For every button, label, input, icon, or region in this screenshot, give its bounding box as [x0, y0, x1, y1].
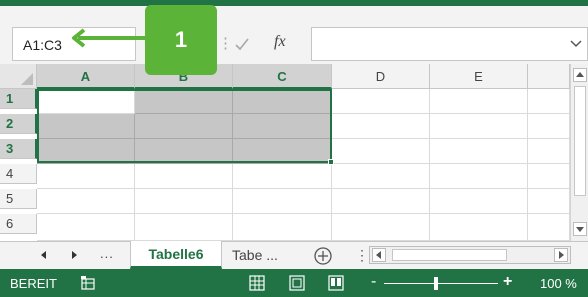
horizontal-scroll-thumb[interactable]: [392, 249, 507, 261]
zoom-slider-thumb[interactable]: [434, 277, 439, 290]
cell-c2[interactable]: [233, 114, 332, 139]
cell-c3[interactable]: [233, 139, 332, 164]
column-header-c[interactable]: C: [233, 64, 332, 89]
tab-splitter[interactable]: ⋮: [355, 247, 369, 264]
plus-circle-icon[interactable]: [313, 246, 333, 266]
cell-f4[interactable]: [528, 164, 570, 189]
cell-d1[interactable]: [332, 89, 430, 114]
scroll-up-button[interactable]: [573, 68, 587, 82]
prev-sheet-icon[interactable]: [36, 248, 50, 262]
cell-f3[interactable]: [528, 139, 570, 164]
cell-a2[interactable]: [37, 114, 135, 139]
sheet-tab-bar: ... Tabelle6 Tabe ... ⋮: [0, 241, 588, 269]
cell-f1[interactable]: [528, 89, 570, 114]
check-icon[interactable]: [233, 35, 251, 53]
triangle-down-icon: [576, 227, 584, 232]
column-header-a[interactable]: A: [37, 64, 135, 89]
tab-tabelle6[interactable]: Tabelle6: [130, 241, 222, 269]
page-layout-icon[interactable]: [289, 275, 305, 291]
cell-d4[interactable]: [332, 164, 430, 189]
triangle-right-icon: [559, 251, 564, 259]
row-header-3[interactable]: 3: [0, 139, 37, 159]
row-header-6[interactable]: 6: [0, 214, 37, 234]
cell-e6[interactable]: [430, 214, 528, 241]
formula-bar-grip: ⋮: [218, 35, 233, 52]
cell-c6[interactable]: [233, 214, 332, 241]
cell-d2[interactable]: [332, 114, 430, 139]
formula-input[interactable]: [311, 27, 588, 61]
cell-f2[interactable]: [528, 114, 570, 139]
cell-d6[interactable]: [332, 214, 430, 241]
cell-b3[interactable]: [135, 139, 233, 164]
grid-view-icon[interactable]: [249, 275, 265, 291]
triangle-up-icon: [576, 72, 584, 77]
cell-b6[interactable]: [135, 214, 233, 241]
arrow-left-icon: [72, 28, 150, 48]
cell-e1[interactable]: [430, 89, 528, 114]
cell-f6[interactable]: [528, 214, 570, 241]
column-header-d[interactable]: D: [332, 64, 430, 89]
cell-e5[interactable]: [430, 189, 528, 214]
chevron-down-icon[interactable]: [569, 38, 583, 50]
row-header-4[interactable]: 4: [0, 164, 37, 184]
cell-b4[interactable]: [135, 164, 233, 189]
zoom-in-button[interactable]: +: [503, 273, 512, 291]
fx-icon[interactable]: fx: [274, 33, 298, 53]
vertical-scrollbar[interactable]: [570, 64, 588, 241]
tab-tabelle-truncated[interactable]: Tabe ...: [232, 247, 278, 263]
row-header-5[interactable]: 5: [0, 189, 37, 209]
triangle-left-icon: [376, 251, 381, 259]
vertical-scroll-thumb[interactable]: [574, 86, 586, 196]
cell-e3[interactable]: [430, 139, 528, 164]
status-text: BEREIT: [10, 276, 57, 291]
cell-b5[interactable]: [135, 189, 233, 214]
excel-window: A1:C3 ⋮ fx A B C D E 1 2 3 4 5 6 1 ... T…: [0, 0, 588, 297]
zoom-out-button[interactable]: -: [371, 273, 376, 291]
cell-e4[interactable]: [430, 164, 528, 189]
scroll-down-button[interactable]: [573, 222, 587, 236]
cell-b1[interactable]: [135, 89, 233, 114]
macro-recorder-icon[interactable]: [80, 275, 96, 291]
column-header-e[interactable]: E: [430, 64, 528, 89]
cell-a5[interactable]: [37, 189, 135, 214]
select-all-corner[interactable]: [0, 64, 37, 89]
spreadsheet-grid: A B C D E 1 2 3 4 5 6: [0, 64, 588, 241]
row-header-2[interactable]: 2: [0, 114, 37, 134]
page-break-icon[interactable]: [328, 275, 344, 291]
cell-a3[interactable]: [37, 139, 135, 164]
zoom-level[interactable]: 100 %: [540, 276, 577, 291]
cell-f5[interactable]: [528, 189, 570, 214]
column-header-f[interactable]: [528, 64, 570, 89]
cell-c5[interactable]: [233, 189, 332, 214]
cell-e2[interactable]: [430, 114, 528, 139]
status-bar: BEREIT - + 100 %: [0, 269, 588, 297]
select-all-triangle: [21, 73, 33, 85]
cell-b2[interactable]: [135, 114, 233, 139]
cell-c4[interactable]: [233, 164, 332, 189]
next-sheet-icon[interactable]: [68, 248, 82, 262]
sheet-overflow[interactable]: ...: [100, 246, 114, 261]
cell-a6[interactable]: [37, 214, 135, 241]
cell-d5[interactable]: [332, 189, 430, 214]
scroll-right-button[interactable]: [554, 248, 568, 262]
cell-a4[interactable]: [37, 164, 135, 189]
name-box-value: A1:C3: [23, 37, 62, 53]
fill-handle[interactable]: [328, 159, 334, 165]
horizontal-scrollbar[interactable]: [369, 246, 571, 264]
scroll-left-button[interactable]: [372, 248, 386, 262]
cell-a1[interactable]: [37, 89, 135, 114]
cell-d3[interactable]: [332, 139, 430, 164]
cell-c1[interactable]: [233, 89, 332, 114]
zoom-slider[interactable]: [384, 283, 498, 284]
row-header-1[interactable]: 1: [0, 89, 37, 109]
